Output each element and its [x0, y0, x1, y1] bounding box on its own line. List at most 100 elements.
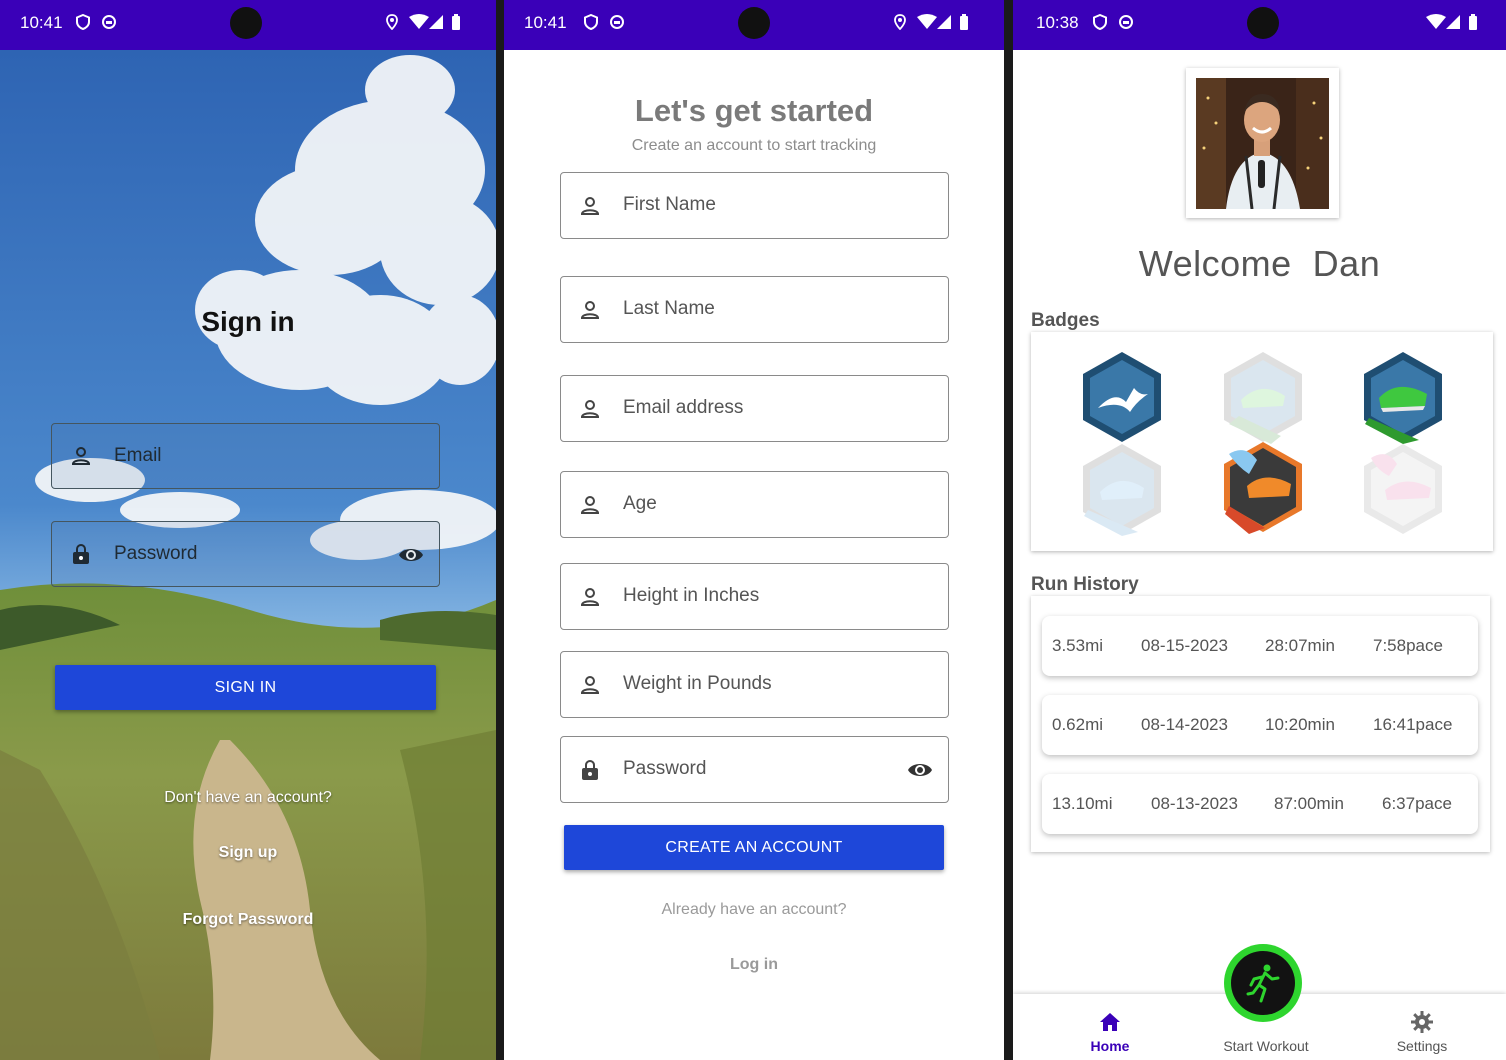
signup-link[interactable]: Sign up — [0, 844, 496, 862]
last-name-placeholder: Last Name — [623, 298, 715, 319]
password-field[interactable]: Password — [51, 521, 440, 587]
sync-icon — [610, 15, 624, 29]
create-account-button[interactable]: CREATE AN ACCOUNT — [564, 825, 944, 870]
person-icon — [580, 676, 600, 694]
home-screen: 10:38 Welcome Dan Badges Run History 3.5… — [1013, 0, 1506, 1060]
wifi-icon — [1426, 14, 1446, 29]
camera-cutout — [230, 7, 262, 39]
run-duration: 10:20min — [1265, 715, 1335, 734]
run-duration: 28:07min — [1265, 636, 1335, 655]
password-field[interactable]: Password — [560, 736, 949, 803]
status-time: 10:38 — [1036, 13, 1079, 32]
email-placeholder: Email address — [623, 397, 744, 418]
running-person-icon — [1246, 964, 1280, 1003]
height-field[interactable]: Height in Inches — [560, 563, 949, 630]
battery-icon — [960, 14, 968, 30]
login-link[interactable]: Log in — [504, 956, 1004, 974]
run-pace: 16:41pace — [1373, 715, 1453, 734]
run-distance: 0.62mi — [1052, 715, 1104, 734]
status-bar: 10:38 — [1013, 0, 1506, 50]
run-date: 08-14-2023 — [1141, 715, 1228, 734]
lock-icon — [73, 544, 89, 564]
battery-icon — [1469, 14, 1477, 30]
signal-icon — [429, 15, 443, 29]
email-placeholder: Email — [114, 445, 162, 466]
welcome-heading: Welcome Dan — [1013, 243, 1506, 285]
last-name-field[interactable]: Last Name — [560, 276, 949, 343]
person-icon — [580, 197, 600, 215]
shield-icon — [584, 14, 598, 30]
page-title: Sign in — [201, 306, 295, 337]
location-icon — [386, 14, 398, 30]
nav-settings[interactable]: Settings — [1387, 1010, 1457, 1054]
nav-home[interactable]: Home — [1080, 1010, 1140, 1054]
camera-cutout — [1247, 7, 1279, 39]
list-item[interactable]: 13.10mi 08-13-2023 87:00min 6:37pace — [1042, 774, 1478, 834]
sync-icon — [1119, 15, 1133, 29]
forgot-password-link[interactable]: Forgot Password — [0, 911, 496, 929]
page-subtitle: Create an account to start tracking — [631, 137, 877, 154]
run-history-card: 3.53mi 08-15-2023 28:07min 7:58pace 0.62… — [1031, 596, 1490, 852]
status-time: 10:41 — [524, 13, 567, 32]
person-icon — [580, 301, 600, 319]
nav-home-label: Home — [1090, 1038, 1130, 1054]
age-field[interactable]: Age — [560, 471, 949, 538]
start-workout-button-core — [1231, 951, 1295, 1015]
no-account-text: Don't have an account? — [164, 789, 332, 806]
signup-screen: 10:41 Let's get started Create an accoun… — [504, 0, 1004, 1060]
height-placeholder: Height in Inches — [623, 585, 760, 606]
signal-icon — [1446, 15, 1460, 29]
shield-icon — [1093, 14, 1107, 30]
run-distance: 13.10mi — [1052, 794, 1113, 813]
badge-icon[interactable] — [1080, 350, 1164, 444]
nav-start-workout[interactable]: Start Workout — [1213, 1038, 1319, 1054]
status-time: 10:41 — [20, 13, 63, 32]
page-title: Let's get started — [634, 93, 874, 128]
welcome-prefix: Welcome — [1138, 243, 1292, 284]
list-item[interactable]: 0.62mi 08-14-2023 10:20min 16:41pace — [1042, 695, 1478, 755]
signin-screen: 10:41 Sign in Email Password SIGN IN Don… — [0, 0, 496, 1060]
start-workout-button[interactable] — [1224, 944, 1302, 1022]
signal-icon — [937, 15, 951, 29]
first-name-field[interactable]: First Name — [560, 172, 949, 239]
email-field[interactable]: Email — [51, 423, 440, 489]
person-icon — [580, 400, 600, 418]
visibility-toggle-icon[interactable] — [906, 758, 934, 782]
status-bar: 10:41 — [504, 0, 1004, 50]
lock-icon — [582, 760, 598, 780]
person-icon — [71, 447, 91, 465]
weight-field[interactable]: Weight in Pounds — [560, 651, 949, 718]
badge-icon[interactable] — [1221, 440, 1305, 534]
badges-card — [1031, 332, 1493, 551]
run-duration: 87:00min — [1274, 794, 1344, 813]
badges-title: Badges — [1031, 310, 1100, 331]
status-bar: 10:41 — [0, 0, 496, 50]
email-field[interactable]: Email address — [560, 375, 949, 442]
signin-button[interactable]: SIGN IN — [55, 665, 436, 710]
list-item[interactable]: 3.53mi 08-15-2023 28:07min 7:58pace — [1042, 616, 1478, 676]
weight-placeholder: Weight in Pounds — [623, 673, 772, 694]
run-pace: 7:58pace — [1373, 636, 1443, 655]
run-date: 08-15-2023 — [1141, 636, 1228, 655]
run-pace: 6:37pace — [1382, 794, 1452, 813]
shield-icon — [76, 14, 90, 30]
age-placeholder: Age — [623, 493, 657, 514]
first-name-placeholder: First Name — [623, 194, 716, 215]
badge-icon[interactable] — [1221, 350, 1305, 444]
badge-icon[interactable] — [1080, 442, 1164, 536]
camera-cutout — [738, 7, 770, 39]
profile-photo-frame[interactable] — [1186, 68, 1339, 218]
visibility-toggle-icon[interactable] — [398, 543, 424, 567]
badge-icon[interactable] — [1361, 350, 1445, 444]
person-icon — [580, 588, 600, 606]
nav-start-workout-label: Start Workout — [1223, 1038, 1309, 1054]
badge-icon[interactable] — [1361, 442, 1445, 536]
have-account-text: Already have an account? — [661, 901, 847, 918]
avatar — [1196, 78, 1329, 209]
run-distance: 3.53mi — [1052, 636, 1104, 655]
home-icon — [1100, 1013, 1120, 1031]
run-history-title: Run History — [1031, 574, 1139, 595]
run-date: 08-13-2023 — [1151, 794, 1238, 813]
wifi-icon — [409, 14, 429, 29]
wifi-icon — [917, 14, 937, 29]
